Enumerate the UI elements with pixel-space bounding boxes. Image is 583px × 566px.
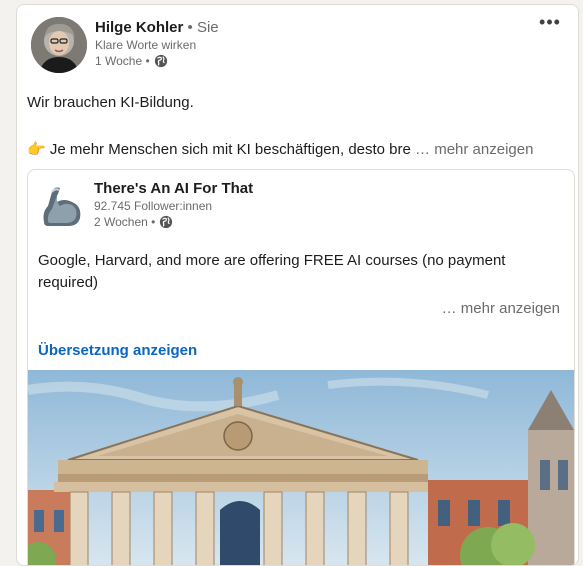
author-relation: • Sie [183,19,219,36]
show-translation-link[interactable]: Übersetzung anzeigen [38,342,197,359]
author-headline: Klare Worte wirken [95,38,197,52]
university-building-illustration [28,370,574,565]
see-more-link[interactable]: … mehr anzeigen [411,141,533,158]
post-body: Wir brauchen KI-Bildung. 👉 Je mehr Mensc… [27,93,568,160]
more-options-icon[interactable]: ••• [536,13,564,35]
post-header: Hilge Kohler • Sie Klare Worte wirken 1 … [31,13,564,83]
shared-post-image[interactable] [28,370,574,565]
post-meta: 1 Woche • [95,53,219,69]
author-name[interactable]: Hilge Kohler [95,19,183,36]
shared-timestamp: 2 Wochen • [94,215,156,229]
shared-post-text: Google, Harvard, and more are offering F… [38,252,506,291]
avatar-image [31,17,87,73]
org-followers: 92.745 Follower:innen [94,199,213,213]
org-name[interactable]: There's An AI For That [94,180,253,198]
shared-meta: 2 Wochen • [94,214,253,230]
post-timestamp: 1 Woche • [95,54,150,68]
globe-icon [154,54,167,68]
pointing-right-icon: 👉 [27,141,46,158]
shared-post[interactable]: There's An AI For That 92.745 Follower:i… [27,169,575,565]
shared-post-header: There's An AI For That 92.745 Follower:i… [38,180,564,240]
globe-icon [160,215,173,229]
post-text-excerpt: Je mehr Menschen sich mit KI beschäftige… [45,141,411,158]
org-logo-icon[interactable] [38,182,86,230]
flexed-arm-logo-icon [38,182,86,230]
feed-post-card: Hilge Kohler • Sie Klare Worte wirken 1 … [16,4,579,566]
org-info: There's An AI For That 92.745 Follower:i… [94,180,253,230]
author-line: Hilge Kohler • Sie [95,19,219,37]
post-text-line1: Wir brauchen KI-Bildung. [27,94,194,111]
author-avatar[interactable] [31,17,87,73]
post-text-line2: 👉 Je mehr Menschen sich mit KI beschäfti… [27,140,568,160]
shared-see-more-link[interactable]: … mehr anzeigen [442,300,560,317]
author-info: Hilge Kohler • Sie Klare Worte wirken 1 … [95,19,219,69]
